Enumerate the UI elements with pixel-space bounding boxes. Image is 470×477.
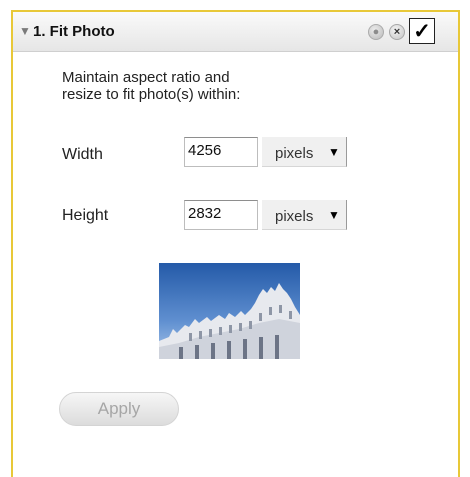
photo-preview-thumbnail xyxy=(159,263,300,359)
apply-button[interactable]: Apply xyxy=(59,392,179,426)
chevron-down-icon: ▼ xyxy=(328,208,340,222)
width-input[interactable]: 4256 xyxy=(184,137,258,167)
instruction-line-2: resize to fit photo(s) within: xyxy=(62,86,241,103)
checkmark-icon: ✓ xyxy=(413,19,431,43)
height-unit-value: pixels xyxy=(275,208,314,225)
disclosure-triangle-icon[interactable]: ▼ xyxy=(19,24,31,38)
width-unit-select[interactable]: pixels ▼ xyxy=(262,137,347,167)
fit-photo-panel: ▼ 1. Fit Photo ● × ✓ Maintain aspect rat… xyxy=(11,10,460,477)
close-icon: × xyxy=(393,25,401,38)
panel-header[interactable]: ▼ 1. Fit Photo ● × ✓ xyxy=(13,12,458,52)
instruction-line-1: Maintain aspect ratio and xyxy=(62,69,230,86)
remove-step-button[interactable]: × xyxy=(389,24,405,40)
instruction-text: Maintain aspect ratio and resize to fit … xyxy=(62,69,240,103)
enable-step-checkbox[interactable]: ✓ xyxy=(409,18,435,44)
reset-button[interactable]: ● xyxy=(368,24,384,40)
height-label: Height xyxy=(62,207,109,224)
width-unit-value: pixels xyxy=(275,145,314,162)
reset-icon: ● xyxy=(372,25,380,38)
chevron-down-icon: ▼ xyxy=(328,145,340,159)
height-input[interactable]: 2832 xyxy=(184,200,258,230)
width-label: Width xyxy=(62,146,103,163)
height-unit-select[interactable]: pixels ▼ xyxy=(262,200,347,230)
panel-title: 1. Fit Photo xyxy=(33,23,115,40)
